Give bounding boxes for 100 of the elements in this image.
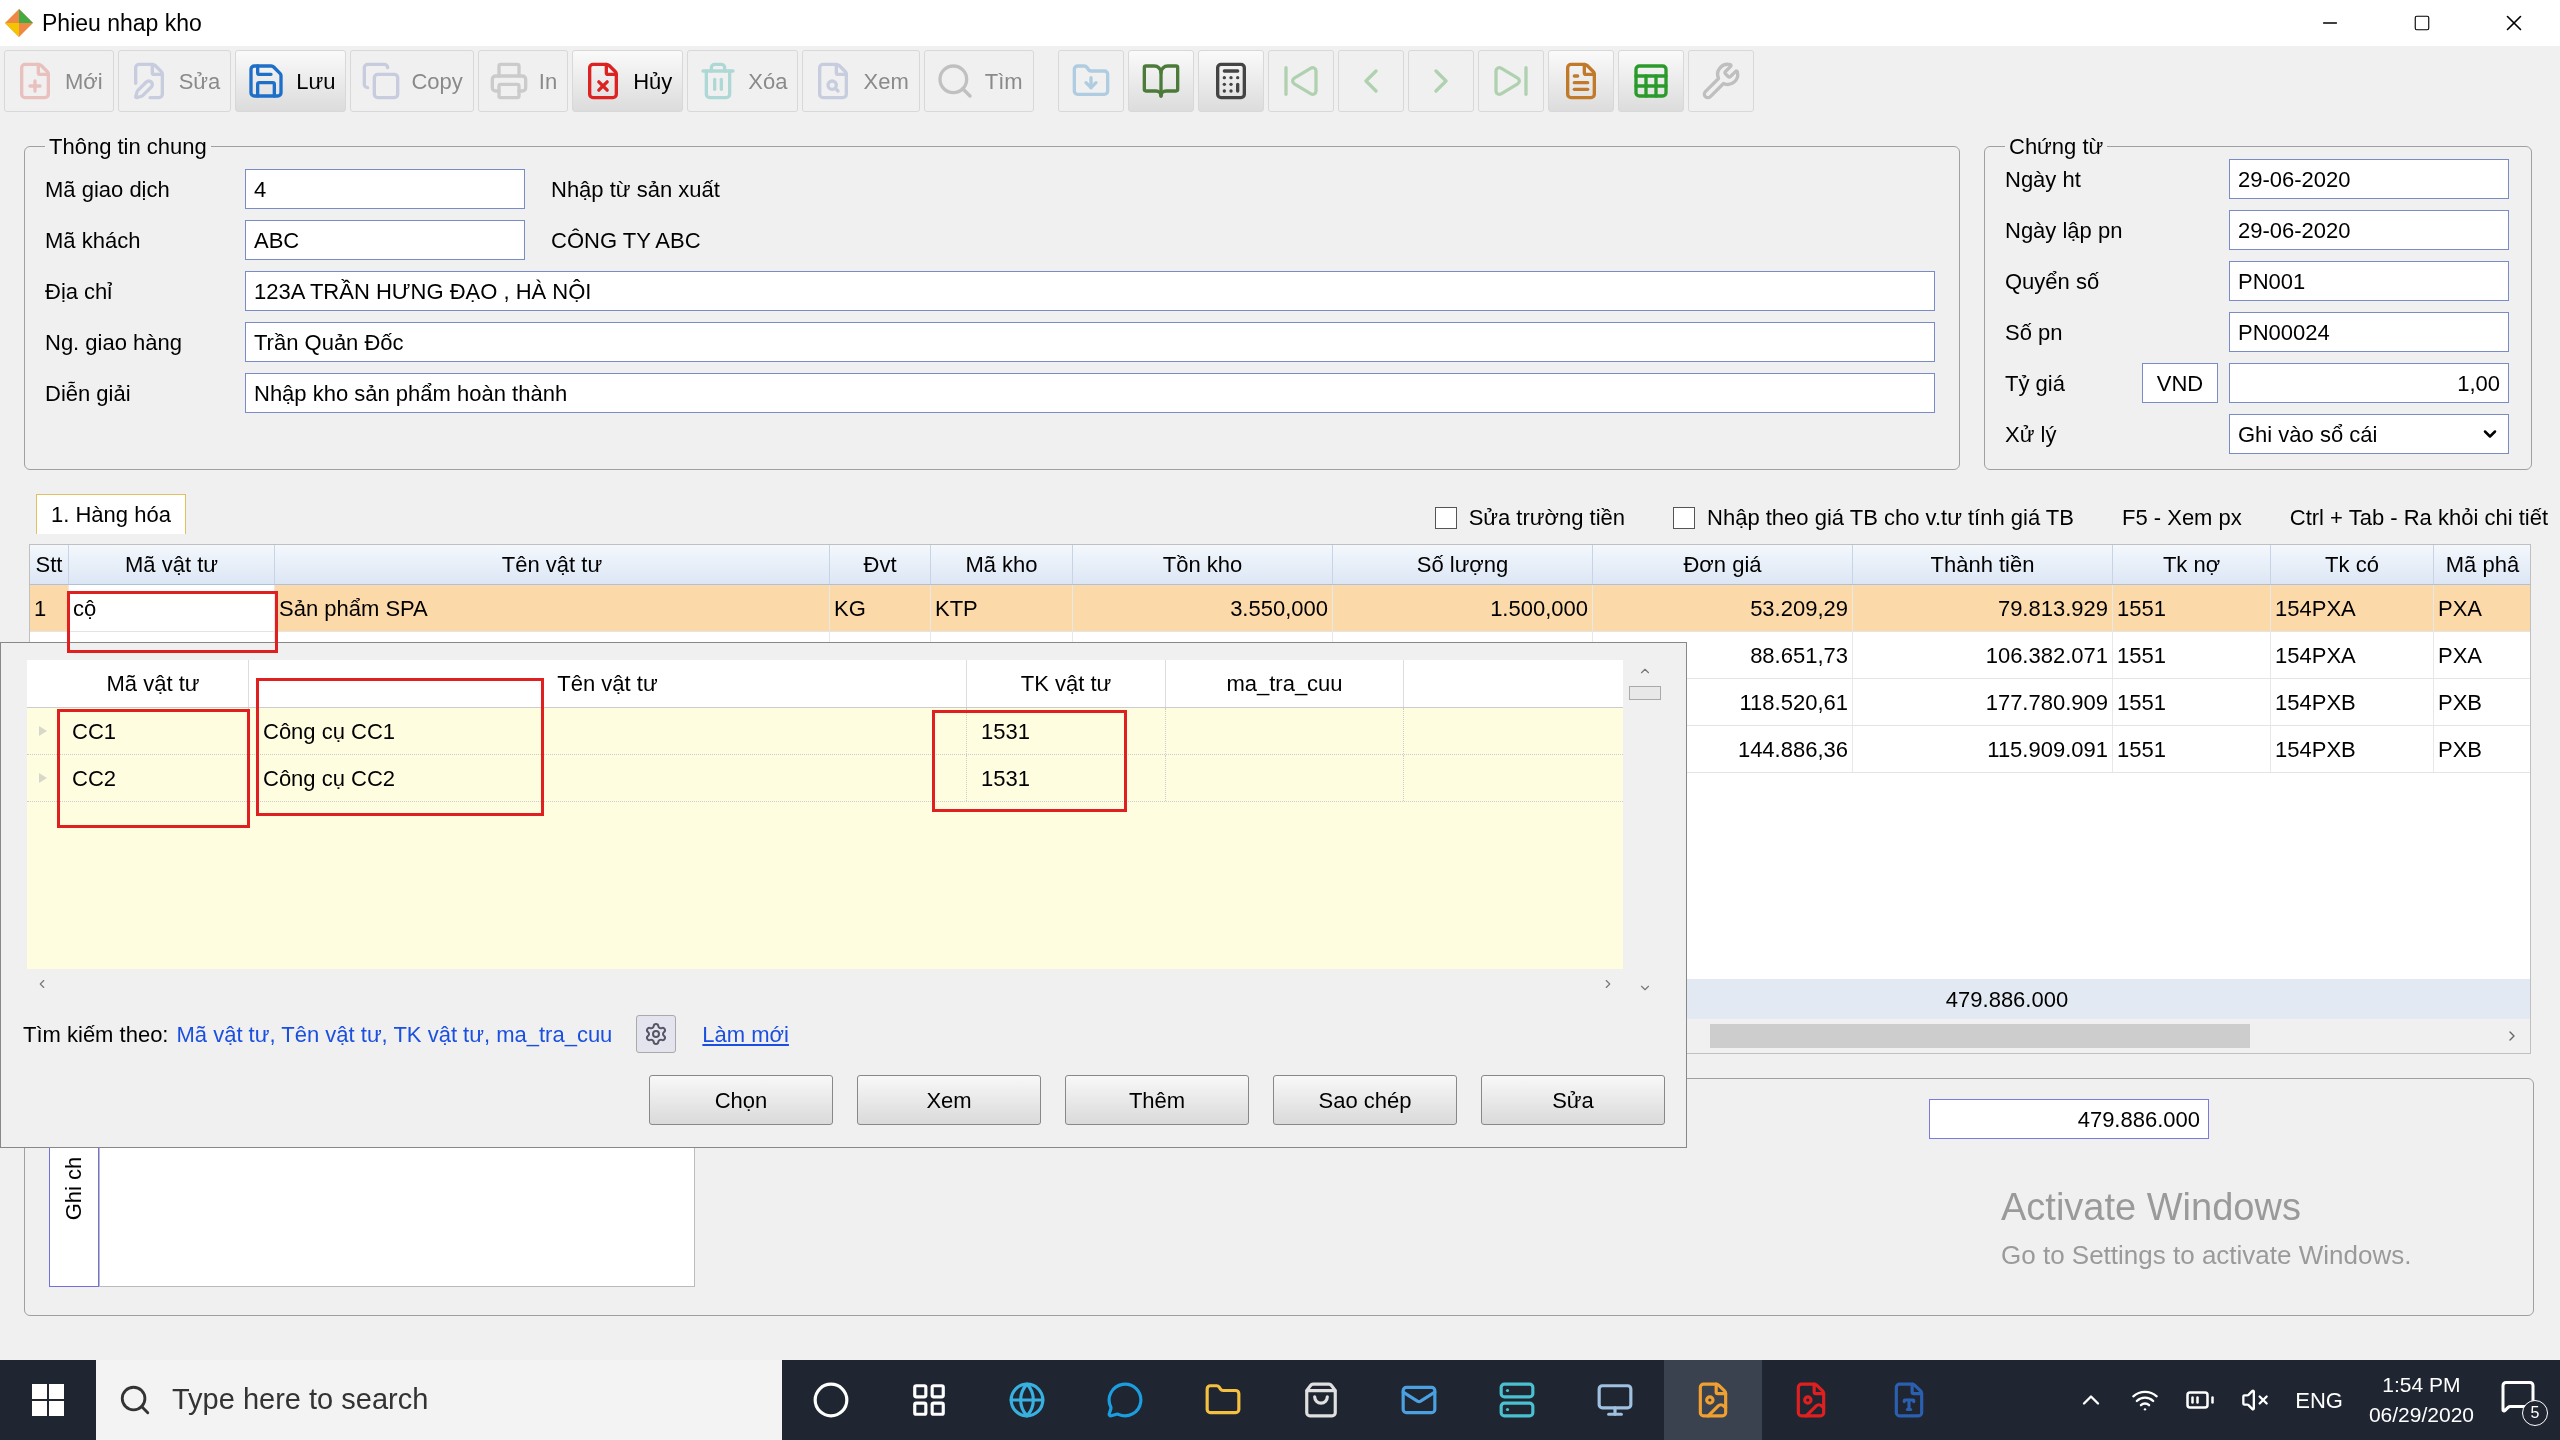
table-cell-text: Sản phẩm SPA xyxy=(279,594,428,623)
dialog-button[interactable]: Chọn xyxy=(649,1075,833,1125)
app-icon[interactable] xyxy=(1596,1381,1634,1419)
column-header[interactable]: Tk nợ xyxy=(2113,545,2271,584)
table-cell-text: PXB xyxy=(2438,735,2483,764)
dialog-button[interactable]: Sao chép xyxy=(1273,1075,1457,1125)
column-header[interactable]: Tên vật tư xyxy=(249,660,967,707)
column-header[interactable]: Mã kho xyxy=(931,545,1073,584)
column-header[interactable]: Mã vật tư xyxy=(69,545,275,584)
field-label: Ngày lập pn xyxy=(2005,216,2124,245)
table-cell-text: 3.550,000 xyxy=(1230,594,1328,623)
restore-icon[interactable] xyxy=(2413,14,2431,32)
toolbar-icon-button[interactable] xyxy=(1127,50,1194,112)
table-row[interactable]: 1 cộ Sản phẩm SPA KG KTP 3.550,000 1.500,000 53.209,29 79.813.929 1551 154PXA PXA xyxy=(30,585,2530,632)
input-field[interactable]: 123A TRẦN HƯNG ĐẠO , HÀ NỘI xyxy=(245,271,1935,311)
settings-icon xyxy=(644,1022,669,1046)
input-field[interactable]: ABC xyxy=(245,220,525,260)
toolbar-button[interactable]: Lưu xyxy=(235,50,347,112)
field-label: Tỷ giá xyxy=(2005,369,2066,398)
row-pointer-icon xyxy=(38,773,47,783)
shortcut-hint: Ctrl + Tab - Ra khỏi chi tiết xyxy=(2289,504,2548,532)
table-cell-text: 118.520,61 xyxy=(1739,688,1848,717)
settings-button[interactable] xyxy=(636,1015,677,1053)
refresh-link[interactable]: Làm mới xyxy=(702,1017,789,1051)
table-cell-text: 1.500,000 xyxy=(1490,594,1588,623)
currency-field[interactable]: VND xyxy=(2142,363,2218,403)
checkbox[interactable] xyxy=(1673,506,1696,529)
table-cell-text: 1551 xyxy=(2117,641,2166,670)
app-icon[interactable] xyxy=(910,1381,948,1419)
table-cell-text: 1551 xyxy=(2117,735,2166,764)
input-field[interactable]: 1,00 xyxy=(2229,363,2509,403)
input-field[interactable]: PN00024 xyxy=(2229,312,2509,352)
app-icon[interactable] xyxy=(1498,1381,1536,1419)
toolbar-icon-button[interactable] xyxy=(1197,50,1264,112)
input-field[interactable]: Nhập kho sản phẩm hoàn thành xyxy=(245,373,1935,413)
column-header[interactable]: Thành tiền xyxy=(1853,545,2113,584)
scrollbar-thumb[interactable] xyxy=(1710,1024,2250,1048)
input-field[interactable]: Trần Quản Đốc xyxy=(245,322,1935,362)
lookup-cell[interactable]: Công cụ CC1 xyxy=(263,714,396,748)
activation-text: Go to Settings to activate Windows. xyxy=(2001,1239,2412,1272)
notification-badge: 5 xyxy=(2522,1400,2548,1426)
table-cell-text: 144.886,36 xyxy=(1737,735,1848,764)
table-cell-text: cộ xyxy=(73,594,97,623)
taskbar-search-field[interactable]: Type here to search xyxy=(96,1360,782,1440)
dropdown[interactable]: Ghi vào sổ cái xyxy=(2229,414,2509,454)
checkbox-label: Sửa trường tiền xyxy=(1468,504,1626,532)
lookup-cell[interactable]: 1531 xyxy=(981,714,1030,748)
language-indicator[interactable]: ENG xyxy=(2295,1383,2343,1417)
column-header[interactable]: Mã vật tư xyxy=(58,660,249,707)
input-field[interactable]: 29-06-2020 xyxy=(2229,210,2509,250)
input-field[interactable]: PN001 xyxy=(2229,261,2509,301)
dialog-button[interactable]: Thêm xyxy=(1065,1075,1249,1125)
column-header[interactable]: ma_tra_cuu xyxy=(1166,660,1404,707)
lookup-cell[interactable]: CC1 xyxy=(72,714,116,748)
app-icon[interactable] xyxy=(1008,1381,1046,1419)
checkbox[interactable] xyxy=(1434,506,1457,529)
group-title: Chứng từ xyxy=(2008,133,2105,161)
table-cell-text: PXB xyxy=(2438,688,2483,717)
field-label: Quyển số xyxy=(2005,267,2101,296)
tab[interactable]: 1. Hàng hóa xyxy=(36,494,186,534)
column-header[interactable]: Tk có xyxy=(2271,545,2434,584)
field-note: CÔNG TY ABC xyxy=(551,226,701,255)
search-fields: Mã vật tư, Tên vật tư, TK vật tư, ma_tra_cuu xyxy=(176,1017,613,1051)
column-header[interactable]: Tên vật tư xyxy=(275,545,830,584)
column-header[interactable]: Stt xyxy=(30,545,69,584)
windows-logo-icon[interactable] xyxy=(32,1384,64,1416)
column-header[interactable]: Đvt xyxy=(830,545,931,584)
table-cell-text: KTP xyxy=(935,594,978,623)
field-label: Mã giao dịch xyxy=(45,175,171,204)
lookup-cell[interactable]: CC2 xyxy=(72,761,116,795)
column-header[interactable]: Mã phâ xyxy=(2434,545,2530,584)
table-cell-text: 115.909.091 xyxy=(1987,735,2108,764)
dialog-button[interactable]: Xem xyxy=(857,1075,1041,1125)
table-cell-text: 154PXB xyxy=(2275,735,2356,764)
search-label: Tìm kiếm theo: xyxy=(23,1020,169,1049)
field-label: Số pn xyxy=(2005,318,2064,347)
table-cell-text: 1551 xyxy=(2117,688,2166,717)
field-label: Địa chỉ xyxy=(45,277,114,306)
input-field[interactable]: 29-06-2020 xyxy=(2229,159,2509,199)
lookup-cell[interactable]: 1531 xyxy=(981,761,1030,795)
scrollbar-thumb[interactable] xyxy=(1629,686,1661,700)
table-cell-text: 154PXB xyxy=(2275,688,2356,717)
lookup-cell[interactable]: Công cụ CC2 xyxy=(263,761,396,795)
app-icon[interactable] xyxy=(1302,1381,1340,1419)
clock-date[interactable]: 06/29/2020 xyxy=(2368,1400,2474,1430)
total-amount: 479.886.000 xyxy=(1945,985,2069,1014)
field-label: Diễn giải xyxy=(45,379,132,408)
column-header[interactable]: Tồn kho xyxy=(1073,545,1333,584)
table-cell-text: 106.382.071 xyxy=(1985,641,2108,670)
toolbar-button[interactable]: Hủy xyxy=(572,50,684,112)
table-cell-text: PXA xyxy=(2438,594,2483,623)
input-field[interactable]: 4 xyxy=(245,169,525,209)
column-header[interactable]: TK vật tư xyxy=(967,660,1166,707)
clock-time[interactable]: 1:54 PM xyxy=(2382,1370,2461,1400)
dialog-button[interactable]: Sửa xyxy=(1481,1075,1665,1125)
column-header[interactable]: Đơn giá xyxy=(1593,545,1853,584)
table-cell-text: 154PXA xyxy=(2275,594,2356,623)
checkbox-label: Nhập theo giá TB cho v.tư tính giá TB xyxy=(1707,504,2074,532)
column-header[interactable]: Số lượng xyxy=(1333,545,1593,584)
field-label: Ng. giao hàng xyxy=(45,328,183,357)
